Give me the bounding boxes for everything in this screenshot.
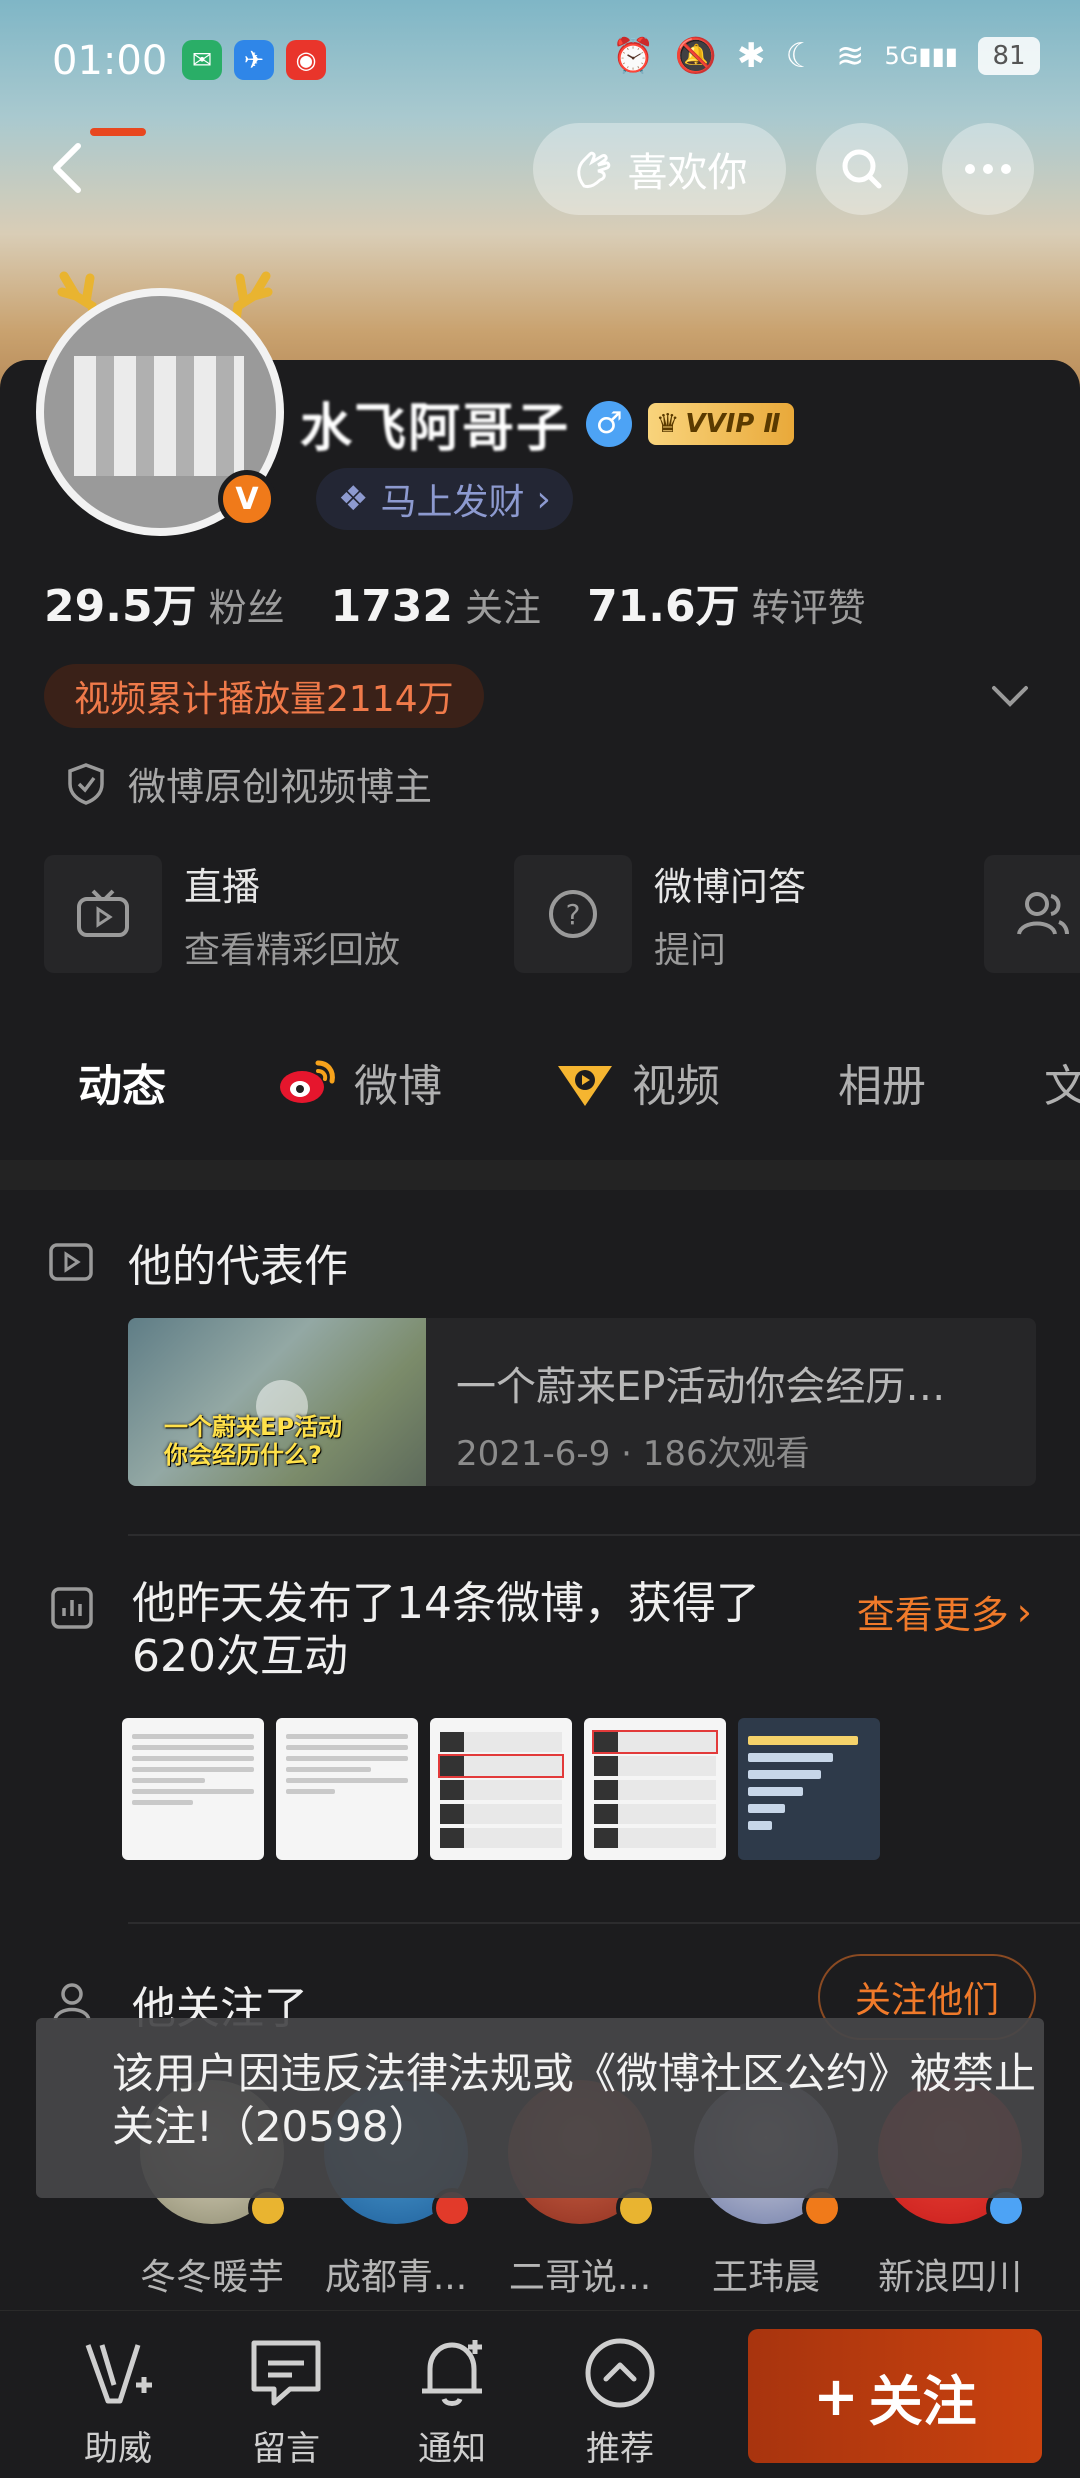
stat-following[interactable]: 1732 关注 bbox=[331, 577, 541, 632]
bell-plus-icon bbox=[422, 2340, 482, 2406]
feature-live[interactable]: 直播 查看精彩回放 bbox=[44, 854, 494, 974]
message-button[interactable]: 留言 bbox=[226, 2331, 346, 2470]
recent-post-thumbnails bbox=[122, 1718, 880, 1860]
see-more-link[interactable]: 查看更多 › bbox=[857, 1584, 1032, 1639]
name-row: 水飞阿哥子 ♂ ♛ VVIP Ⅱ bbox=[300, 386, 795, 461]
svg-text:?: ? bbox=[566, 898, 581, 931]
post-thumbnail[interactable] bbox=[276, 1718, 418, 1860]
comment-icon bbox=[251, 2340, 321, 2406]
status-system-icons: ⏰ 🔕 ✱ ☾ ≋ 5G▮▮▮ 81 bbox=[612, 36, 1040, 76]
group-icon bbox=[984, 855, 1080, 973]
profile-stats: 29.5万 粉丝 1732 关注 71.6万 转评赞 bbox=[44, 570, 866, 634]
like-you-button[interactable]: 喜欢你 bbox=[533, 123, 786, 215]
tab-dynamics[interactable]: 动态 bbox=[78, 1050, 166, 1114]
chevron-right-icon: › bbox=[536, 478, 551, 520]
followed-user-name: 新浪四川 bbox=[877, 2257, 1022, 2298]
like-you-label: 喜欢你 bbox=[627, 150, 748, 196]
tab-weibo[interactable]: 微博 bbox=[276, 1050, 442, 1114]
original-creator-badge[interactable]: 微博原创视频博主 bbox=[66, 756, 432, 811]
tab-video[interactable]: 视频 bbox=[554, 1050, 720, 1114]
tab-album[interactable]: 相册 bbox=[838, 1050, 926, 1114]
status-bar: 01:00 ✉ ✈ ◉ ⏰ 🔕 ✱ ☾ ≋ 5G▮▮▮ 81 bbox=[0, 0, 1080, 120]
signal-icon: 5G▮▮▮ bbox=[884, 42, 959, 70]
representative-video-card[interactable]: 一个蔚来EP活动 你会经历什么? 一个蔚来EP活动你会经历… 2021-6-9 ·… bbox=[128, 1318, 1036, 1486]
active-tab-indicator bbox=[90, 128, 146, 136]
question-icon: ? bbox=[514, 855, 632, 973]
mute-icon: 🔕 bbox=[674, 36, 718, 76]
post-thumbnail[interactable] bbox=[430, 1718, 572, 1860]
status-app-icons: ✉ ✈ ◉ bbox=[182, 40, 326, 80]
weibo-logo-icon bbox=[280, 1060, 335, 1103]
cheer-button[interactable]: 助威 bbox=[58, 2331, 178, 2470]
verified-badge-icon: V bbox=[218, 470, 276, 528]
profile-tabs: 动态 微博 视频 相册 文 bbox=[0, 1000, 1080, 1160]
stat-fans[interactable]: 29.5万 粉丝 bbox=[44, 570, 285, 634]
followed-user-name: 成都青... bbox=[324, 2257, 468, 2298]
yesterday-activity-text: 他昨天发布了14条微博，获得了620次互动 bbox=[132, 1578, 760, 1682]
tab-article[interactable]: 文 bbox=[1044, 1050, 1080, 1114]
alarm-icon: ⏰ bbox=[612, 36, 655, 76]
cheer-v-icon bbox=[85, 2344, 152, 2404]
moon-icon: ☾ bbox=[785, 36, 816, 76]
post-thumbnail[interactable] bbox=[584, 1718, 726, 1860]
hand-heart-icon bbox=[576, 151, 610, 188]
bluetooth-icon: ✱ bbox=[737, 36, 766, 76]
vvip-badge[interactable]: ♛ VVIP Ⅱ bbox=[648, 402, 795, 445]
search-button[interactable] bbox=[816, 123, 908, 215]
bottom-action-bar: 助威 留言 通知 推荐 + 关注 bbox=[0, 2310, 1080, 2478]
video-tab-icon bbox=[558, 1066, 612, 1106]
top-bar: 喜欢你 bbox=[0, 120, 1080, 220]
followed-user-name: 冬冬暖芋 bbox=[139, 2257, 284, 2298]
plus-icon: + bbox=[813, 2364, 859, 2428]
post-thumbnail[interactable] bbox=[738, 1718, 880, 1860]
video-meta: 2021-6-9 · 186次观看 bbox=[456, 1434, 810, 1474]
profile-avatar[interactable]: V bbox=[36, 271, 284, 536]
section-divider bbox=[0, 1160, 1080, 1190]
app-notification-icon: ✈ bbox=[234, 40, 274, 80]
recommend-button[interactable]: 推荐 bbox=[560, 2331, 680, 2470]
crown-icon: ♛ bbox=[656, 408, 680, 439]
status-time: 01:00 bbox=[52, 38, 168, 84]
divider bbox=[128, 1534, 1080, 1536]
male-gender-icon: ♂ bbox=[586, 400, 633, 447]
followed-user-name: 二哥说... bbox=[508, 2257, 652, 2298]
post-thumbnail[interactable] bbox=[122, 1718, 264, 1860]
followed-user-name: 王玮晨 bbox=[711, 2257, 820, 2298]
tv-icon bbox=[44, 855, 162, 973]
feature-fans-group[interactable]: 粉1 bbox=[984, 854, 1080, 974]
weibo-icon: ◉ bbox=[286, 40, 326, 80]
mascot-icon: ❖ bbox=[338, 479, 369, 519]
search-icon bbox=[842, 149, 882, 189]
chevron-right-icon: › bbox=[1016, 1589, 1032, 1634]
more-dots-icon bbox=[965, 164, 1011, 174]
stat-interactions[interactable]: 71.6万 转评赞 bbox=[587, 570, 866, 634]
wechat-icon: ✉ bbox=[182, 40, 222, 80]
chevron-down-icon[interactable] bbox=[988, 676, 1032, 716]
recommend-up-icon bbox=[585, 2338, 655, 2408]
bar-chart-icon bbox=[51, 1587, 93, 1629]
divider bbox=[128, 1922, 1080, 1924]
video-title: 一个蔚来EP活动你会经历… bbox=[456, 1364, 946, 1410]
fortune-label: 马上发财 bbox=[380, 482, 525, 523]
video-play-count-badge[interactable]: 视频累计播放量2114万 bbox=[44, 664, 484, 728]
follow-button[interactable]: + 关注 bbox=[748, 2329, 1042, 2463]
shield-check-icon bbox=[68, 762, 104, 805]
fortune-badge[interactable]: ❖ 马上发财 › bbox=[316, 468, 573, 530]
more-button[interactable] bbox=[942, 123, 1034, 215]
profile-nickname: 水飞阿哥子 bbox=[300, 399, 571, 459]
representative-section-title: 他的代表作 bbox=[48, 1230, 348, 1294]
notify-button[interactable]: 通知 bbox=[392, 2331, 512, 2470]
video-frame-icon bbox=[49, 1243, 93, 1281]
wifi-icon: ≋ bbox=[836, 36, 865, 76]
thumbnail-caption: 一个蔚来EP活动 你会经历什么? bbox=[164, 1413, 342, 1469]
original-creator-label: 微博原创视频博主 bbox=[128, 765, 433, 809]
toast-message: 该用户因违反法律法规或《微博社区公约》被禁止关注!（20598） bbox=[36, 2018, 1044, 2198]
back-arrow-icon[interactable] bbox=[40, 138, 100, 198]
video-thumbnail: 一个蔚来EP活动 你会经历什么? bbox=[128, 1318, 426, 1486]
feature-row: 直播查看精彩回放 ? 微博问答提问 粉1 bbox=[44, 854, 1080, 974]
feature-qa[interactable]: ? 微博问答 提问 bbox=[514, 854, 964, 974]
battery-icon: 81 bbox=[978, 37, 1040, 75]
